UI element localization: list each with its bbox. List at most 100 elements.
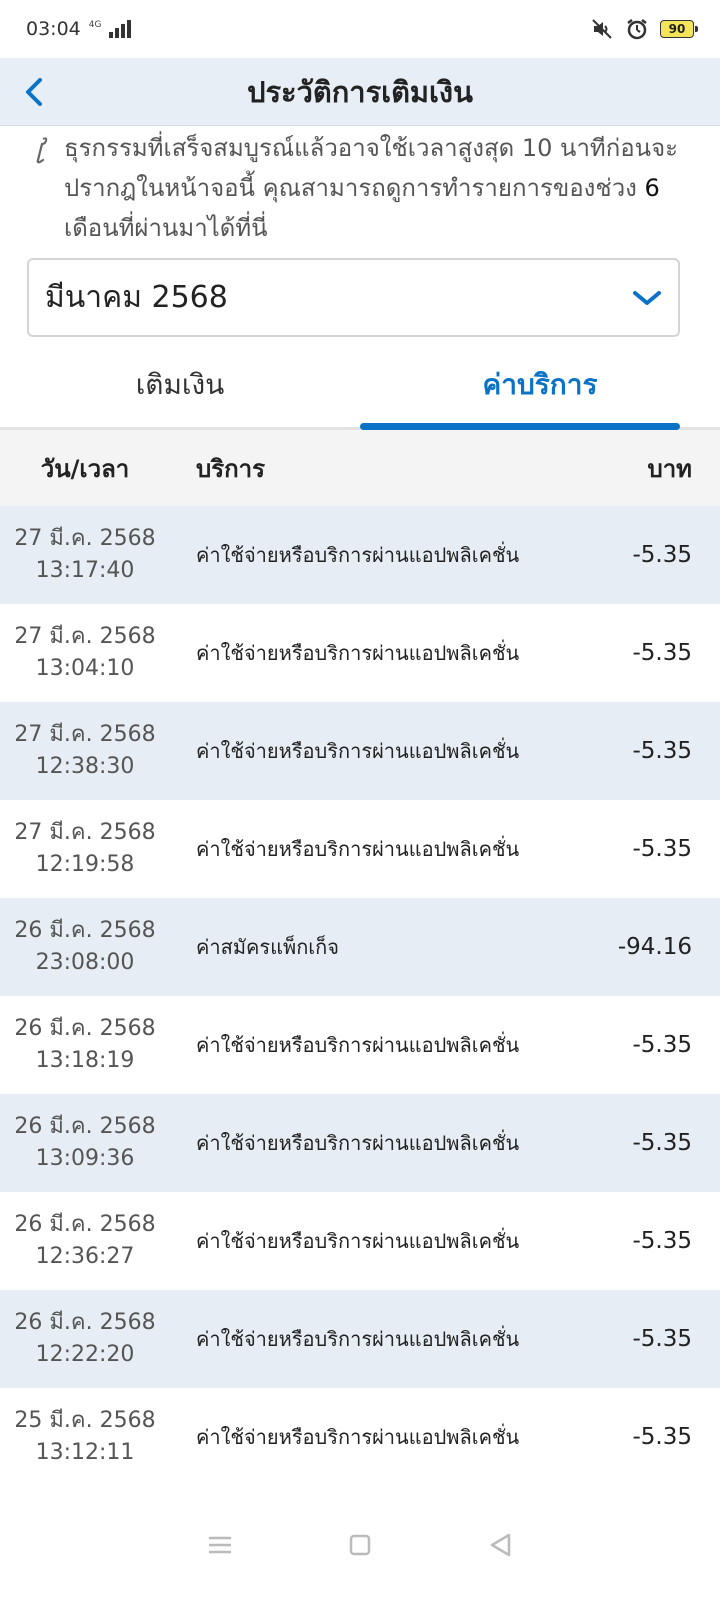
row-date: 27 มี.ค. 2568 bbox=[14, 820, 156, 845]
menu-icon bbox=[209, 1536, 231, 1554]
nav-back-button[interactable] bbox=[480, 1525, 520, 1565]
month-value: มีนาคม 2568 bbox=[45, 280, 228, 315]
row-datetime: 27 มี.ค. 2568 12:38:30 bbox=[0, 719, 170, 783]
month-dropdown[interactable]: มีนาคม 2568 bbox=[27, 258, 680, 337]
chevron-down-icon bbox=[633, 290, 661, 305]
row-time: 13:09:36 bbox=[35, 1146, 135, 1171]
alarm-icon bbox=[627, 19, 647, 40]
table-row: 26 มี.ค. 2568 23:08:00 ค่าสมัครแพ็กเก็จ -… bbox=[0, 898, 720, 996]
row-service: ค่าใช้จ่ายหรือบริการผ่านแอปพลิเคชั่น bbox=[196, 837, 520, 861]
status-bar: 03:04 4G 90 bbox=[0, 0, 720, 58]
header-amount: บาท bbox=[647, 454, 692, 483]
row-date: 26 มี.ค. 2568 bbox=[14, 918, 156, 943]
table-row: 27 มี.ค. 2568 13:17:40 ค่าใช้จ่ายหรือบริก… bbox=[0, 506, 720, 604]
row-date: 25 มี.ค. 2568 bbox=[14, 1408, 156, 1433]
transaction-list: 27 มี.ค. 2568 13:17:40 ค่าใช้จ่ายหรือบริก… bbox=[0, 506, 720, 1486]
row-datetime: 26 มี.ค. 2568 23:08:00 bbox=[0, 915, 170, 979]
header-service: บริการ bbox=[196, 454, 266, 483]
table-row: 27 มี.ค. 2568 12:38:30 ค่าใช้จ่ายหรือบริก… bbox=[0, 702, 720, 800]
tab-label: ค่าบริการ bbox=[482, 367, 598, 401]
row-amount: -5.35 bbox=[632, 1130, 692, 1156]
notice-text-b: เดือนที่ผ่านมาได้ที่นี่ bbox=[64, 214, 268, 242]
nav-home-button[interactable] bbox=[340, 1525, 380, 1565]
header-date: วัน/เวลา bbox=[40, 454, 130, 483]
row-date: 27 มี.ค. 2568 bbox=[14, 722, 156, 747]
table-row: 26 มี.ค. 2568 12:36:27 ค่าใช้จ่ายหรือบริก… bbox=[0, 1192, 720, 1290]
row-time: 13:12:11 bbox=[35, 1440, 135, 1465]
row-service: ค่าใช้จ่ายหรือบริการผ่านแอปพลิเคชั่น bbox=[196, 1131, 520, 1155]
row-service: ค่าใช้จ่ายหรือบริการผ่านแอปพลิเคชั่น bbox=[196, 1229, 520, 1253]
status-left: 03:04 4G bbox=[26, 18, 132, 40]
chevron-left-icon bbox=[26, 78, 42, 106]
tab-label: เติมเงิน bbox=[135, 367, 225, 401]
row-amount: -5.35 bbox=[632, 1228, 692, 1254]
notice-text: ธุรกรรมที่เสร็จสมบูรณ์แล้วอาจใช้เวลาสูงส… bbox=[64, 128, 700, 248]
row-amount: -94.16 bbox=[617, 934, 692, 960]
tab-service-fees[interactable]: ค่าบริการ bbox=[360, 342, 720, 430]
row-amount: -5.35 bbox=[632, 1424, 692, 1450]
table-header: วัน/เวลา บริการ บาท bbox=[0, 430, 720, 506]
row-time: 13:17:40 bbox=[35, 558, 135, 583]
row-service: ค่าใช้จ่ายหรือบริการผ่านแอปพลิเคชั่น bbox=[196, 739, 520, 763]
info-icon bbox=[36, 137, 48, 164]
row-service: ค่าใช้จ่ายหรือบริการผ่านแอปพลิเคชั่น bbox=[196, 1425, 520, 1449]
table-row: 26 มี.ค. 2568 12:22:20 ค่าใช้จ่ายหรือบริก… bbox=[0, 1290, 720, 1388]
mute-icon bbox=[592, 19, 612, 39]
table-row: 26 มี.ค. 2568 13:18:19 ค่าใช้จ่ายหรือบริก… bbox=[0, 996, 720, 1094]
system-nav-bar bbox=[0, 1490, 720, 1600]
row-amount: -5.35 bbox=[632, 836, 692, 862]
table-row: 25 มี.ค. 2568 13:12:11 ค่าใช้จ่ายหรือบริก… bbox=[0, 1388, 720, 1486]
notice-highlight: 6 bbox=[644, 174, 660, 202]
row-datetime: 26 มี.ค. 2568 12:36:27 bbox=[0, 1209, 170, 1273]
status-right: 90 bbox=[590, 18, 698, 40]
row-datetime: 27 มี.ค. 2568 12:19:58 bbox=[0, 817, 170, 881]
row-datetime: 26 มี.ค. 2568 13:09:36 bbox=[0, 1111, 170, 1175]
row-date: 26 มี.ค. 2568 bbox=[14, 1114, 156, 1139]
info-notice: ธุรกรรมที่เสร็จสมบูรณ์แล้วอาจใช้เวลาสูงส… bbox=[30, 128, 700, 248]
notice-text-a: ธุรกรรมที่เสร็จสมบูรณ์แล้วอาจใช้เวลาสูงส… bbox=[64, 134, 679, 202]
row-time: 13:18:19 bbox=[35, 1048, 135, 1073]
row-datetime: 25 มี.ค. 2568 13:12:11 bbox=[0, 1405, 170, 1469]
row-time: 23:08:00 bbox=[35, 950, 135, 975]
table-row: 26 มี.ค. 2568 13:09:36 ค่าใช้จ่ายหรือบริก… bbox=[0, 1094, 720, 1192]
page-title: ประวัติการเติมเงิน bbox=[247, 74, 473, 109]
row-time: 12:22:20 bbox=[35, 1342, 135, 1367]
battery-level: 90 bbox=[668, 22, 686, 36]
row-date: 27 มี.ค. 2568 bbox=[14, 526, 156, 551]
row-service: ค่าใช้จ่ายหรือบริการผ่านแอปพลิเคชั่น bbox=[196, 543, 520, 567]
row-amount: -5.35 bbox=[632, 640, 692, 666]
tab-bar: เติมเงิน ค่าบริการ bbox=[0, 342, 720, 430]
row-service: ค่าใช้จ่ายหรือบริการผ่านแอปพลิเคชั่น bbox=[196, 1327, 520, 1351]
network-type: 4G bbox=[88, 19, 102, 30]
row-datetime: 26 มี.ค. 2568 12:22:20 bbox=[0, 1307, 170, 1371]
row-datetime: 27 มี.ค. 2568 13:17:40 bbox=[0, 523, 170, 587]
row-date: 27 มี.ค. 2568 bbox=[14, 624, 156, 649]
app-bar: ประวัติการเติมเงิน bbox=[0, 58, 720, 126]
back-triangle-icon bbox=[490, 1533, 511, 1557]
battery-icon: 90 bbox=[660, 20, 698, 38]
table-row: 27 มี.ค. 2568 12:19:58 ค่าใช้จ่ายหรือบริก… bbox=[0, 800, 720, 898]
status-time: 03:04 bbox=[26, 18, 81, 40]
back-button[interactable] bbox=[10, 68, 58, 116]
row-amount: -5.35 bbox=[632, 542, 692, 568]
signal-icon bbox=[109, 20, 132, 38]
row-amount: -5.35 bbox=[632, 1326, 692, 1352]
tab-topup[interactable]: เติมเงิน bbox=[0, 342, 360, 427]
row-amount: -5.35 bbox=[632, 1032, 692, 1058]
row-service: ค่าสมัครแพ็กเก็จ bbox=[196, 935, 339, 959]
row-time: 13:04:10 bbox=[35, 656, 135, 681]
home-icon bbox=[349, 1534, 371, 1556]
row-service: ค่าใช้จ่ายหรือบริการผ่านแอปพลิเคชั่น bbox=[196, 1033, 520, 1057]
row-date: 26 มี.ค. 2568 bbox=[14, 1016, 156, 1041]
row-amount: -5.35 bbox=[632, 738, 692, 764]
nav-menu-button[interactable] bbox=[200, 1525, 240, 1565]
row-time: 12:36:27 bbox=[35, 1244, 135, 1269]
row-datetime: 27 มี.ค. 2568 13:04:10 bbox=[0, 621, 170, 685]
row-date: 26 มี.ค. 2568 bbox=[14, 1212, 156, 1237]
row-date: 26 มี.ค. 2568 bbox=[14, 1310, 156, 1335]
row-time: 12:38:30 bbox=[35, 754, 135, 779]
table-row: 27 มี.ค. 2568 13:04:10 ค่าใช้จ่ายหรือบริก… bbox=[0, 604, 720, 702]
row-datetime: 26 มี.ค. 2568 13:18:19 bbox=[0, 1013, 170, 1077]
row-time: 12:19:58 bbox=[35, 852, 135, 877]
row-service: ค่าใช้จ่ายหรือบริการผ่านแอปพลิเคชั่น bbox=[196, 641, 520, 665]
